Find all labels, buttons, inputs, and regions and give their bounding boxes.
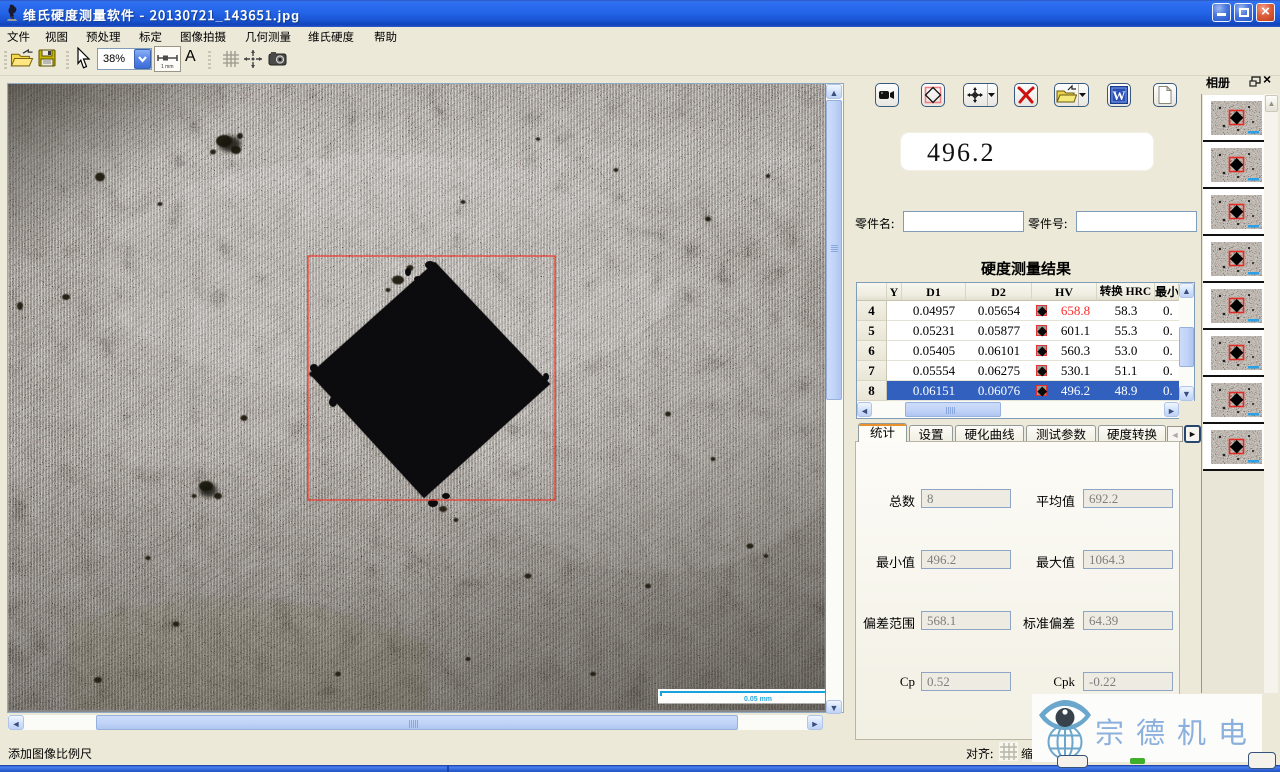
svg-text:W: W	[1113, 88, 1126, 103]
svg-text:0.05 mm: 0.05 mm	[744, 696, 772, 703]
svg-text:1 mm: 1 mm	[161, 64, 174, 70]
